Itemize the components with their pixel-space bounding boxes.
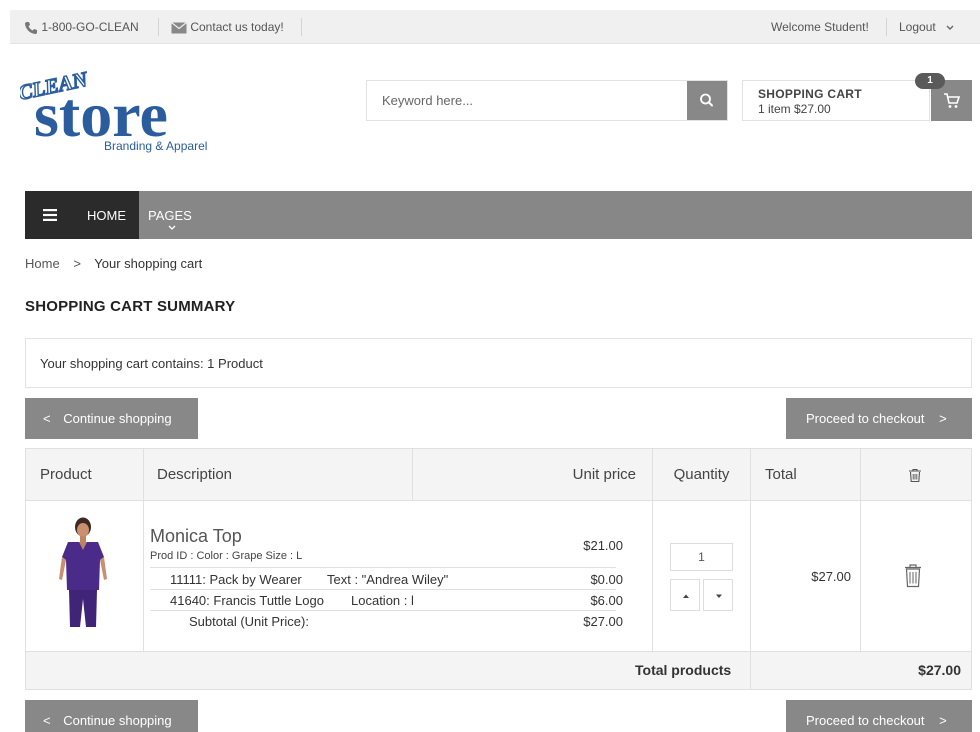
cart-table: Product Description Unit price Quantity … [25,448,972,690]
cart-summary[interactable]: SHOPPING CART 1 item $27.00 [742,80,930,121]
option-price: $0.00 [590,572,623,587]
chevron-right-icon: > [939,713,947,728]
line-total: $27.00 [811,569,851,584]
store-logo[interactable]: CLEAN store Branding & Apparel [15,66,235,158]
proceed-checkout-label: Proceed to checkout [806,713,925,728]
chevron-down-icon [168,225,176,230]
contact-link[interactable]: Contact us today! [171,10,284,44]
quantity-increase-button[interactable] [670,579,700,611]
cart-notice: Your shopping cart contains: 1 Product [25,338,972,388]
contact-text: Contact us today! [190,20,284,34]
product-meta: Prod ID : Color : Grape Size : L [150,550,303,562]
option-detail: Text : "Andrea Wiley" [327,572,449,587]
continue-shopping-label: Continue shopping [63,411,172,426]
cart-notice-text: Your shopping cart contains: 1 Product [40,356,263,371]
trash-icon [909,468,921,483]
option-label: 11111: Pack by Wearer [170,572,302,587]
logo-tagline: Branding & Apparel [104,139,207,153]
logo-graphic: CLEAN store Branding & Apparel [15,66,207,153]
continue-shopping-button[interactable]: < Continue shopping [25,700,198,732]
search-button[interactable] [687,81,727,120]
cart-item-summary: 1 item $27.00 [758,102,831,116]
divider [158,18,159,36]
chevron-right-icon: > [939,411,947,426]
option-detail: Location : l [351,593,414,608]
header-total: Total [765,466,797,483]
proceed-checkout-label: Proceed to checkout [806,411,925,426]
logout-link[interactable]: Logout [899,10,955,44]
divider [301,18,302,36]
nav-home-label: HOME [87,208,126,223]
base-price: $21.00 [583,538,623,553]
breadcrumb-current: Your shopping cart [94,256,203,271]
header-description: Description [157,466,233,483]
search-icon [700,93,713,107]
welcome-text: Welcome Student! [771,20,869,34]
product-name[interactable]: Monica Top [150,526,242,547]
quantity-decrease-button[interactable] [703,579,733,611]
envelope-icon [171,21,187,34]
menu-icon [43,209,57,221]
trash-icon [905,564,921,588]
total-products-label: Total products [635,662,732,678]
chevron-down-icon [946,25,954,30]
breadcrumb-home[interactable]: Home [25,256,60,271]
main-nav: HOME PAGES [25,191,972,239]
phone-link[interactable]: 1-800-GO-CLEAN [24,10,139,44]
caret-down-icon [716,594,722,598]
page-title: SHOPPING CART SUMMARY [25,298,236,315]
nav-pages[interactable]: PAGES [148,208,192,223]
breadcrumb-separator: > [73,256,81,271]
search-input[interactable] [367,81,688,120]
table-footer [26,651,971,689]
continue-shopping-button[interactable]: < Continue shopping [25,398,198,439]
nav-home[interactable]: HOME [25,191,139,239]
remove-item-button[interactable] [902,563,924,589]
subtotal-value: $27.00 [583,614,623,629]
phone-number: 1-800-GO-CLEAN [41,20,139,34]
subtotal-label: Subtotal (Unit Price): [189,614,309,629]
header-quantity: Quantity [673,466,730,483]
quantity-input[interactable]: 1 [670,543,733,571]
cart-count-badge: 1 [915,73,945,89]
header-unit-price: Unit price [572,466,636,483]
phone-icon [25,21,37,34]
option-label: 41640: Francis Tuttle Logo [170,593,324,608]
product-image [59,517,107,627]
search-bar [366,80,728,121]
total-products-value: $27.00 [918,662,961,678]
cart-title: SHOPPING CART [758,87,862,101]
proceed-checkout-button[interactable]: Proceed to checkout > [786,700,972,732]
logout-label: Logout [899,20,936,34]
continue-shopping-label: Continue shopping [63,713,172,728]
divider [886,18,887,36]
top-bar: 1-800-GO-CLEAN Contact us today! Welcome… [10,10,980,44]
proceed-checkout-button[interactable]: Proceed to checkout > [786,398,972,439]
chevron-left-icon: < [43,713,51,728]
chevron-left-icon: < [43,411,51,426]
breadcrumb: Home > Your shopping cart [25,256,202,271]
header-product: Product [40,466,92,483]
option-price: $6.00 [590,593,623,608]
caret-up-icon [683,594,689,598]
